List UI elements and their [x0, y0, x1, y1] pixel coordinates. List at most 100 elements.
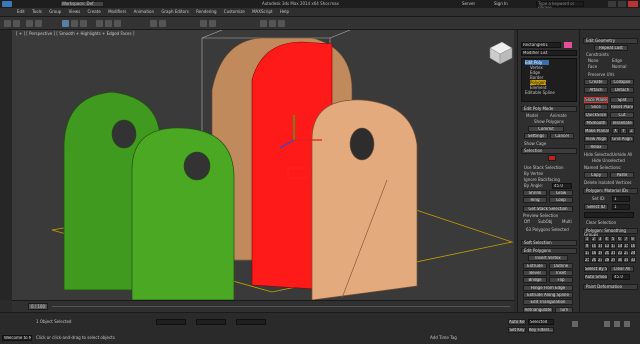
bevel-button[interactable]: Bevel	[523, 270, 547, 276]
smoothing-group-button[interactable]: 28	[603, 257, 610, 263]
smoothing-group-button[interactable]: 3	[597, 236, 603, 242]
smoothing-group-button[interactable]: 32	[629, 257, 636, 263]
move-icon[interactable]	[96, 20, 103, 27]
paste-button[interactable]: Paste	[610, 172, 634, 178]
stack-item-editable-spline[interactable]: Editable Spline	[525, 90, 555, 95]
by-vertex-checkbox[interactable]: By Vertex	[524, 171, 543, 176]
soft-selection-rollout[interactable]: Soft Selection	[521, 240, 577, 246]
select-by-name-icon[interactable]	[71, 20, 78, 27]
z-coordinate-field[interactable]	[236, 319, 266, 325]
pan-icon[interactable]	[624, 321, 630, 327]
hide-unselected-link[interactable]: Hide Unselected	[592, 158, 625, 163]
angle-snap-icon[interactable]	[159, 20, 166, 27]
commit-button[interactable]: Commit	[528, 126, 564, 132]
unhide-all-link[interactable]: Unhide All	[612, 152, 632, 157]
user-label[interactable]: Server	[462, 1, 475, 7]
smoothing-group-button[interactable]: 16	[629, 243, 636, 249]
extrude-button[interactable]: Extrude	[523, 263, 547, 269]
collapse-button[interactable]: Collapse	[610, 79, 634, 85]
auto-key-button[interactable]: Auto Key	[508, 319, 526, 325]
constraint-normal-radio[interactable]: Normal	[612, 64, 626, 69]
menu-modifiers[interactable]: Modifiers	[105, 8, 129, 16]
slice-plane-button[interactable]: Slice Plane	[584, 97, 608, 103]
key-filters-button[interactable]: Key Filters...	[528, 327, 554, 333]
selection-rollout[interactable]: Selection	[521, 148, 577, 154]
edit-poly-mode-rollout[interactable]: Edit Poly Mode	[521, 106, 577, 112]
timeline-track[interactable]	[52, 306, 510, 307]
outline-button[interactable]: Outline	[549, 263, 573, 269]
clear-all-button[interactable]: Clear All	[610, 266, 634, 272]
zoom-icon[interactable]	[604, 321, 610, 327]
menu-group[interactable]: Group	[46, 8, 64, 16]
smoothing-group-button[interactable]: 14	[616, 243, 623, 249]
detach-button[interactable]: Detach	[610, 87, 634, 93]
attach-button[interactable]: Attach	[584, 87, 608, 93]
copy-button[interactable]: Copy	[584, 172, 608, 178]
redo-icon[interactable]	[13, 20, 20, 27]
delete-isolated-checkbox[interactable]: Delete Isolated Vertices	[584, 180, 631, 185]
smoothing-group-button[interactable]: 13	[610, 243, 616, 249]
slice-button[interactable]: Slice	[584, 104, 608, 110]
constraint-none-radio[interactable]: None	[588, 58, 598, 63]
make-planar-button[interactable]: Make Planar	[584, 128, 610, 134]
loop-button[interactable]: Loop	[549, 197, 573, 203]
undo-icon[interactable]	[4, 20, 11, 27]
select-id-button[interactable]: Select ID	[584, 204, 608, 210]
set-id-field[interactable]: 1	[612, 196, 630, 202]
edit-polygons-rollout[interactable]: Edit Polygons	[521, 248, 577, 254]
tessellate-button[interactable]: Tessellate	[610, 120, 634, 126]
hinge-from-edge-button[interactable]: Hinge From Edge	[523, 285, 573, 291]
smoothing-group-button[interactable]: 4	[603, 236, 610, 242]
rotate-icon[interactable]	[105, 20, 112, 27]
render-setup-icon[interactable]	[269, 20, 276, 27]
material-ids-rollout[interactable]: Polygon: Material IDs	[583, 188, 638, 194]
smoothing-group-button[interactable]: 15	[623, 243, 629, 249]
material-editor-icon[interactable]	[260, 20, 267, 27]
settings-button[interactable]: Settings	[524, 133, 548, 139]
bridge-button[interactable]: Bridge	[523, 277, 547, 283]
smoothing-group-grid[interactable]: 1 2 3 4 5 6 7 8 9 10 11 12 13 14 15 16 17 18 19 20 21 22 23 24 2…	[584, 236, 636, 264]
show-cage-checkbox[interactable]: Show Cage	[524, 141, 546, 146]
smoothing-group-button[interactable]: 17	[584, 250, 590, 256]
preview-subobj-radio[interactable]: SubObj	[538, 219, 552, 224]
get-stack-selection-button[interactable]: Get Stack Selection	[523, 206, 573, 212]
scale-icon[interactable]	[114, 20, 121, 27]
grid-align-button[interactable]: Grid Align	[610, 136, 634, 142]
edit-geometry-rollout[interactable]: Edit Geometry	[583, 38, 638, 44]
smoothing-group-button[interactable]: 23	[623, 250, 629, 256]
split-button[interactable]: Split	[610, 97, 634, 103]
smoothing-group-button[interactable]: 25	[584, 257, 590, 263]
modifier-list-dropdown[interactable]: Modifier List	[521, 50, 577, 56]
menu-rendering[interactable]: Rendering	[193, 8, 219, 16]
constraint-edge-radio[interactable]: Edge	[612, 58, 622, 63]
x-coordinate-field[interactable]	[156, 319, 186, 325]
smoothing-group-button[interactable]: 9	[584, 243, 590, 249]
y-coordinate-field[interactable]	[196, 319, 226, 325]
search-input[interactable]: Type a keyword or phrase	[536, 1, 584, 10]
planar-z-button[interactable]: Z	[628, 128, 635, 134]
object-color-swatch[interactable]	[564, 42, 572, 48]
planar-y-button[interactable]: Y	[620, 128, 627, 134]
smoothing-group-button[interactable]: 22	[616, 250, 623, 256]
smoothing-group-button[interactable]: 29	[610, 257, 616, 263]
smoothing-group-button[interactable]: 1	[584, 236, 590, 242]
paint-deformation-rollout[interactable]: Paint Deformation	[583, 284, 638, 290]
smoothing-group-button[interactable]: 24	[629, 250, 636, 256]
cancel-button[interactable]: Cancel	[550, 133, 574, 139]
workspace-selector[interactable]: Workspace: Def	[60, 1, 104, 7]
render-icon[interactable]	[278, 20, 285, 27]
ring-button[interactable]: Ring	[523, 197, 547, 203]
ignore-backfacing-checkbox[interactable]: Ignore Backfacing	[524, 177, 560, 182]
reset-plane-button[interactable]: Reset Plane	[610, 104, 634, 110]
angle-field[interactable]: 45.0	[552, 183, 572, 189]
cut-button[interactable]: Cut	[610, 112, 634, 118]
preview-off-radio[interactable]: Off	[524, 219, 530, 224]
material-name-dropdown[interactable]	[584, 212, 634, 218]
app-logo-icon[interactable]	[2, 1, 12, 7]
smoothing-group-button[interactable]: 2	[590, 236, 597, 242]
key-mode-dropdown[interactable]: Selected	[528, 319, 554, 325]
clear-selection-checkbox[interactable]: Clear Selection	[586, 220, 616, 225]
animate-radio[interactable]: Animate	[550, 113, 567, 118]
smoothing-group-button[interactable]: 11	[597, 243, 603, 249]
quickslice-button[interactable]: QuickSlice	[584, 112, 608, 118]
